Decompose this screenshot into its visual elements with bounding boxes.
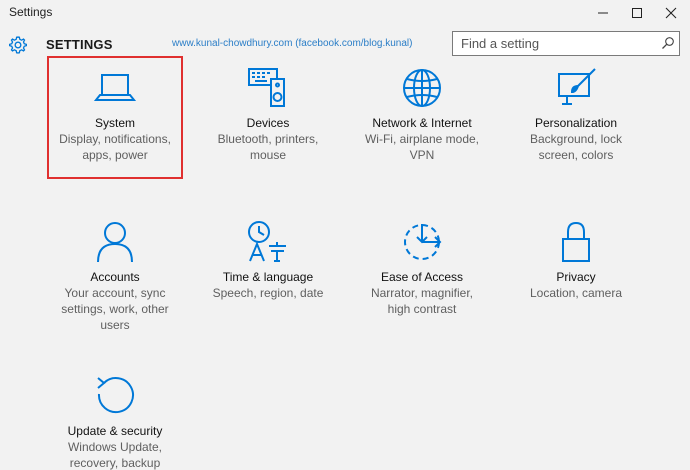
category-name: System	[94, 116, 135, 130]
minimize-icon	[598, 12, 608, 14]
category-name: Accounts	[90, 270, 140, 284]
maximize-button[interactable]	[620, 0, 654, 26]
category-description: Background, lock screen, colors	[529, 132, 623, 162]
lock-icon	[562, 221, 590, 262]
paintbrush-icon	[558, 68, 596, 105]
category-network[interactable]: Network & Internet Wi-Fi, airplane mode,…	[352, 66, 492, 163]
category-personalization[interactable]: Personalization Background, lock screen,…	[506, 66, 646, 163]
category-description: Bluetooth, printers, mouse	[217, 132, 319, 162]
category-description: Speech, region, date	[212, 286, 324, 300]
category-time-language[interactable]: Time & language Speech, region, date	[198, 220, 338, 301]
refresh-icon	[97, 377, 134, 414]
close-icon	[665, 7, 677, 19]
category-name: Personalization	[534, 116, 618, 130]
category-name: Update & security	[67, 424, 163, 438]
window-title: Settings	[9, 5, 53, 19]
category-name: Time & language	[222, 270, 314, 284]
search-input[interactable]	[461, 32, 661, 55]
category-name: Devices	[246, 116, 290, 130]
watermark-text: www.kunal-chowdhury.com (facebook.com/bl…	[172, 38, 413, 49]
devices-icon	[248, 68, 285, 107]
close-button[interactable]	[654, 0, 688, 26]
category-privacy[interactable]: Privacy Location, camera	[506, 220, 646, 301]
category-ease-of-access[interactable]: Ease of Access Narrator, magnifier, high…	[352, 220, 492, 317]
minimize-button[interactable]	[586, 0, 620, 26]
category-name: Network & Internet	[372, 116, 472, 130]
maximize-icon	[632, 8, 642, 18]
category-system[interactable]: System Display, notifications, apps, pow…	[45, 66, 185, 163]
search-box[interactable]	[452, 31, 680, 56]
category-name: Privacy	[556, 270, 596, 284]
category-description: Your account, sync settings, work, other…	[61, 286, 169, 332]
category-description: Windows Update, recovery, backup	[67, 440, 163, 470]
category-accounts[interactable]: Accounts Your account, sync settings, wo…	[45, 220, 185, 333]
category-description: Wi-Fi, airplane mode, VPN	[364, 132, 480, 162]
category-description: Narrator, magnifier, high contrast	[370, 286, 474, 316]
globe-icon	[403, 69, 441, 107]
page-title: SETTINGS	[46, 37, 113, 52]
category-devices[interactable]: Devices Bluetooth, printers, mouse	[198, 66, 338, 163]
laptop-icon	[93, 74, 137, 101]
category-name: Ease of Access	[380, 270, 464, 284]
person-icon	[97, 222, 133, 263]
category-update-security[interactable]: Update & security Windows Update, recove…	[45, 374, 185, 470]
ease-of-access-icon	[404, 224, 442, 260]
search-icon[interactable]	[661, 36, 675, 50]
gear-icon	[9, 36, 27, 54]
time-language-icon	[248, 221, 286, 262]
category-description: Display, notifications, apps, power	[59, 132, 171, 162]
category-description: Location, camera	[529, 286, 623, 300]
